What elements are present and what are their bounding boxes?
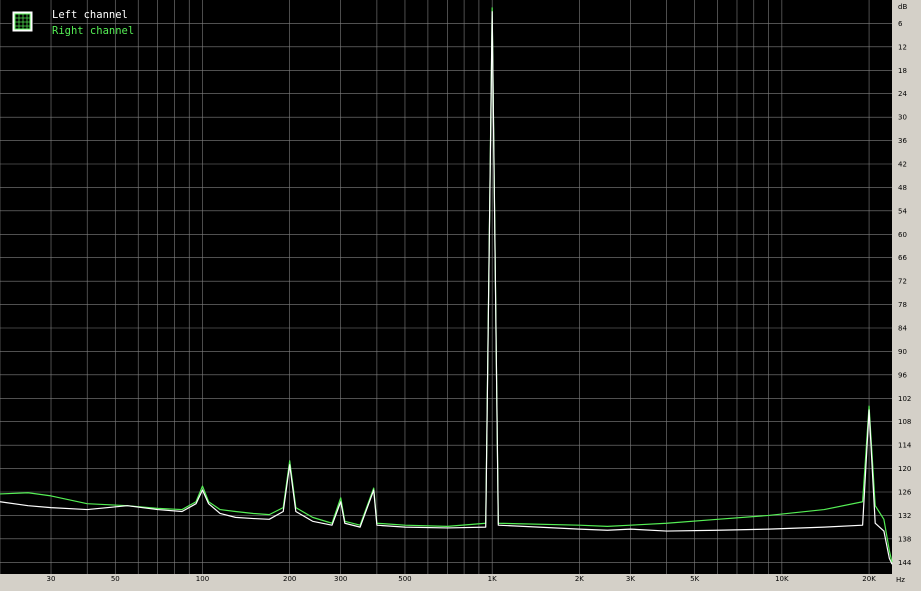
y-tick-label: 138 [898,535,911,543]
x-tick-label: 2K [575,575,584,583]
x-tick-label: 200 [283,575,296,583]
y-tick-label: 126 [898,489,912,497]
y-tick-label: 6 [898,20,903,28]
y-tick-label: 66 [898,254,907,262]
y-tick-label: 42 [898,161,907,169]
x-axis-unit-label: Hz [896,576,905,584]
y-tick-label: 114 [898,442,912,450]
y-tick-label: 30 [898,114,907,122]
x-tick-label: 10K [775,575,789,583]
y-tick-label: 132 [898,512,911,520]
x-tick-label: 50 [111,575,120,583]
x-tick-label: 1K [488,575,497,583]
y-axis-unit-label: dB [898,3,907,11]
y-tick-label: 120 [898,465,911,473]
y-tick-label: 90 [898,348,907,356]
x-tick-label: 3K [626,575,635,583]
x-tick-label: 30 [47,575,56,583]
y-tick-label: 48 [898,184,907,192]
y-tick-label: 72 [898,278,907,286]
y-tick-label: 84 [898,325,907,333]
y-tick-label: 18 [898,67,907,75]
y-tick-label: 102 [898,395,911,403]
x-tick-label: 5K [690,575,699,583]
y-tick-label: 144 [898,559,912,567]
plot-background [0,0,892,574]
x-tick-label: 300 [334,575,347,583]
y-tick-label: 12 [898,43,907,51]
y-tick-label: 24 [898,90,907,98]
legend-entry-right-channel: Right channel [52,25,134,37]
y-tick-label: 78 [898,301,907,309]
y-tick-label: 108 [898,418,911,426]
x-tick-label: 20K [862,575,876,583]
y-tick-labels: 6 12 18 24 30 36 42 48 54 60 66 72 78 84 90 96 102 108 114… [898,20,912,567]
legend-icon[interactable] [11,10,34,33]
legend-entry-left-channel: Left channel [52,9,128,21]
spectrum-chart: 6 12 18 24 30 36 42 48 54 60 66 72 78 84 90 96 102 108 114… [0,0,912,584]
x-tick-labels: 30 50 100 200 300 500 1K 2K 3K 5K 10K 20K [47,575,877,583]
x-tick-label: 100 [196,575,209,583]
y-tick-label: 60 [898,231,907,239]
y-tick-label: 36 [898,137,907,145]
x-tick-label: 500 [398,575,411,583]
y-tick-label: 54 [898,207,907,215]
spectrum-analyzer-window: 6 12 18 24 30 36 42 48 54 60 66 72 78 84 90 96 102 108 114… [0,0,921,591]
y-tick-label: 96 [898,371,907,379]
